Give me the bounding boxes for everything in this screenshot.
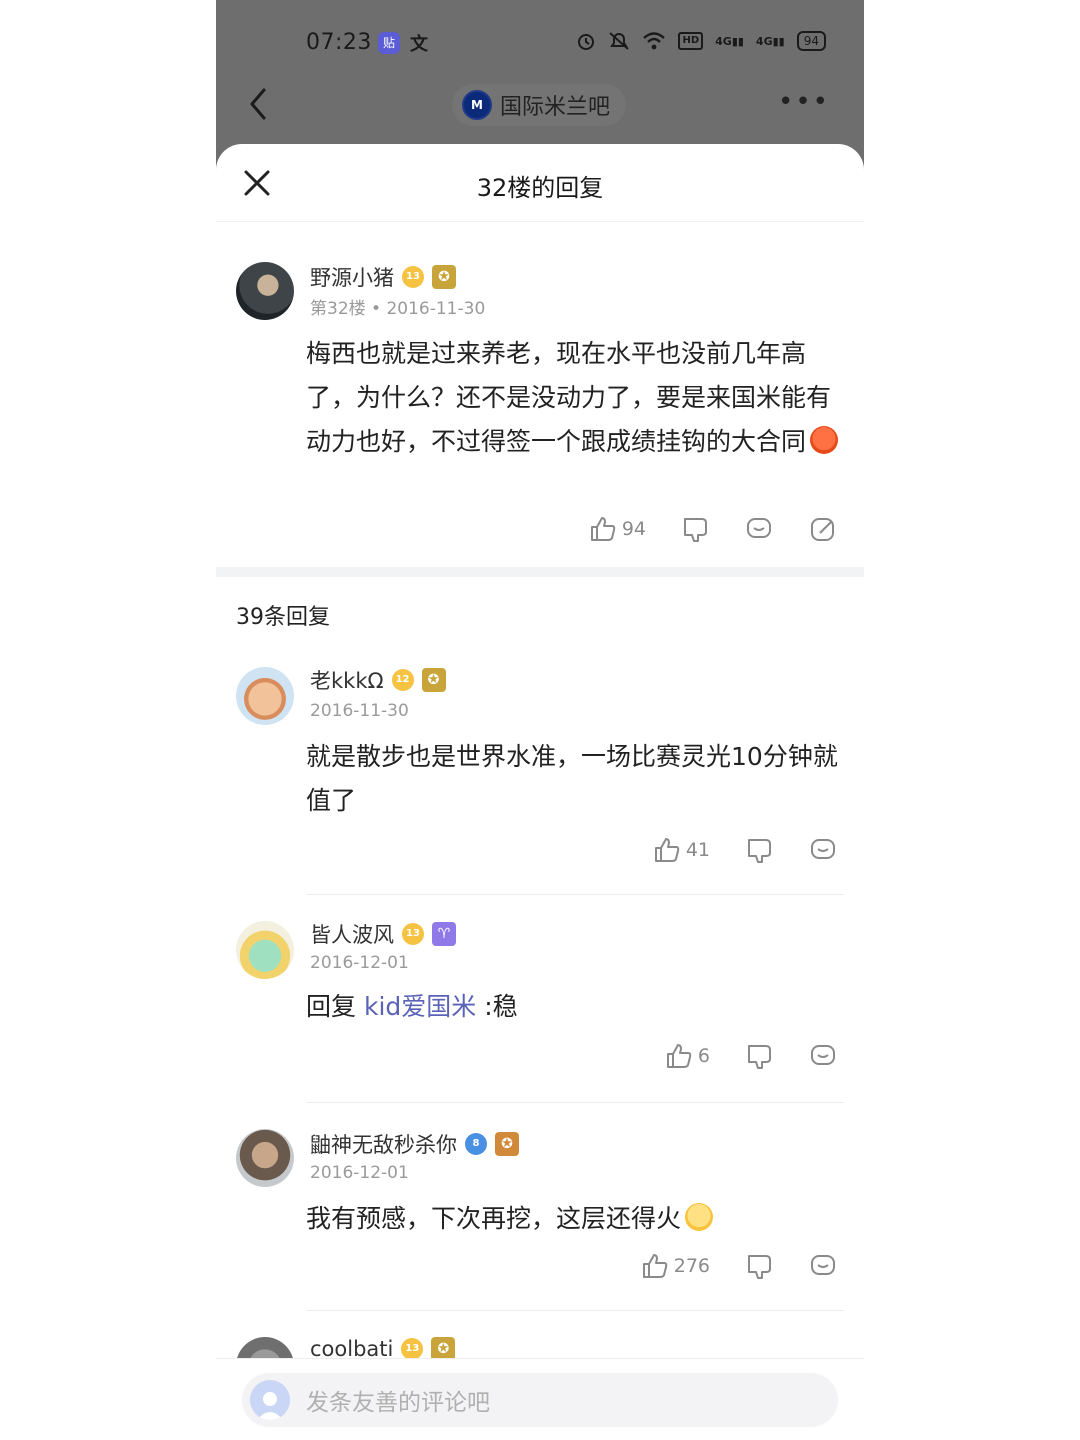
battery-icon: 94	[796, 31, 826, 51]
alarm-icon	[578, 34, 595, 50]
network-type-2: 4G	[755, 34, 773, 48]
status-time: 07:23	[306, 30, 372, 55]
person-icon	[257, 1392, 283, 1420]
more-options-icon[interactable]: •••	[778, 89, 830, 115]
floor-meta: 第32楼 • 2016-11-30	[310, 299, 486, 319]
username[interactable]: 老kkkΩ	[310, 665, 384, 695]
reply-sheet: 32楼的回复 野源小猪 13 ✪ 第32楼 • 2016-11-30 梅西也就是…	[216, 144, 864, 1440]
reply-prefix: 回复	[306, 992, 357, 1021]
username-row: 鼬神无敌秒杀你 8 ✪	[310, 1129, 519, 1159]
inter-logo-icon: M	[462, 90, 492, 120]
forum-title-button[interactable]: M 国际米兰吧	[452, 84, 627, 126]
forum-name: 国际米兰吧	[500, 95, 611, 120]
post-content: 梅西也就是过来养老，现在水平也没前几年高了，为什么？还不是没动力了，要是来国米能…	[306, 332, 839, 464]
reply-content: 回复 kid爱国米 :稳	[306, 985, 838, 1029]
member-badge-icon: ✪	[432, 265, 456, 289]
level-badge-icon: 12	[391, 669, 414, 691]
aries-badge-icon: ♈	[432, 922, 456, 946]
like-count: 276	[673, 1255, 710, 1277]
level-badge-icon: 8	[465, 1133, 487, 1155]
post-text: 梅西也就是过来养老，现在水平也没前几年高了，为什么？还不是没动力了，要是来国米能…	[306, 339, 832, 456]
section-divider	[216, 567, 864, 577]
comment-icon[interactable]	[808, 1251, 838, 1281]
level-badge-icon: 13	[402, 266, 424, 288]
main-post: 野源小猪 13 ✪ 第32楼 • 2016-11-30 梅西也就是过来养老，现在…	[216, 222, 864, 567]
status-right-icons: HD 4G▮▮ 4G▮▮ 94	[576, 31, 826, 51]
share-icon[interactable]	[808, 514, 838, 544]
avatar[interactable]	[236, 667, 294, 725]
like-count: 41	[685, 839, 710, 861]
like-count: 94	[621, 518, 646, 540]
battery-level: 94	[803, 34, 819, 48]
top-navbar: M 国际米兰吧 •••	[216, 72, 864, 136]
reply-date: 2016-11-30	[310, 701, 409, 721]
level-badge-icon: 13	[402, 923, 424, 945]
like-button[interactable]: 276	[640, 1251, 710, 1281]
status-bar: 07:23 贴 文 HD 4G▮▮ 4G▮▮ 94	[216, 22, 864, 66]
phone-screen: 07:23 贴 文 HD 4G▮▮ 4G▮▮ 94 M 国际米兰吧 ••• 32…	[216, 0, 864, 1440]
member-badge-icon: ✪	[495, 1132, 519, 1156]
comment-icon[interactable]	[808, 1041, 838, 1071]
comment-icon[interactable]	[744, 514, 774, 544]
avatar[interactable]	[236, 262, 294, 320]
network-type: 4G	[715, 34, 732, 48]
thumbs-down-icon[interactable]	[744, 1251, 774, 1281]
reply-date: 2016-12-01	[310, 1163, 409, 1183]
comment-input[interactable]: 发条友善的评论吧	[242, 1373, 838, 1427]
reply-actions: 276	[640, 1251, 838, 1281]
list-item: 鼬神无敌秒杀你 8 ✪ 2016-12-01 我有预感，下次再挖，这层还得火 2…	[216, 1103, 864, 1311]
smile-emoji-icon	[685, 1203, 714, 1231]
avatar[interactable]	[236, 1129, 294, 1187]
username[interactable]: 野源小猪	[310, 262, 394, 292]
thumbs-up-icon	[642, 1254, 667, 1278]
reply-date: 2016-12-01	[310, 953, 409, 973]
like-count: 6	[697, 1045, 710, 1067]
username-row: 皆人波风 13 ♈	[310, 919, 456, 949]
username-row: 野源小猪 13 ✪	[310, 262, 456, 292]
wifi-icon	[643, 32, 666, 50]
like-button[interactable]: 6	[664, 1041, 710, 1071]
avatar[interactable]	[236, 921, 294, 979]
mention-link[interactable]: kid爱国米	[364, 992, 476, 1021]
comment-icon[interactable]	[808, 835, 838, 865]
username[interactable]: 鼬神无敌秒杀你	[310, 1129, 457, 1159]
angry-emoji-icon	[810, 426, 839, 454]
mute-icon	[609, 32, 630, 50]
reply-text: 我有预感，下次再挖，这层还得火	[306, 1204, 682, 1233]
thumbs-up-icon	[654, 838, 680, 862]
list-item: 老kkkΩ 12 ✪ 2016-11-30 就是散步也是世界水准，一场比赛灵光1…	[216, 647, 864, 895]
reply-text: :稳	[484, 992, 518, 1021]
translate-app-icon: 文	[410, 34, 428, 55]
signal-2-icon: 4G▮▮	[755, 34, 785, 48]
comment-placeholder: 发条友善的评论吧	[306, 1390, 490, 1416]
like-button[interactable]: 41	[652, 835, 710, 865]
thumbs-up-icon	[590, 517, 616, 541]
tieba-app-icon: 贴	[378, 32, 400, 54]
sheet-header: 32楼的回复	[216, 144, 864, 222]
signal-1-icon: 4G▮▮	[715, 34, 744, 48]
back-arrow-icon[interactable]	[240, 82, 280, 126]
reply-content: 就是散步也是世界水准，一场比赛灵光10分钟就值了	[306, 742, 838, 815]
reply-content: 我有预感，下次再挖，这层还得火	[306, 1197, 838, 1241]
replies-count: 39条回复	[236, 605, 330, 630]
thumbs-down-icon[interactable]	[680, 514, 710, 544]
post-actions: 94	[588, 514, 838, 544]
user-avatar-icon	[250, 1380, 290, 1420]
thumbs-up-icon	[666, 1044, 692, 1068]
thumbs-down-icon[interactable]	[744, 835, 774, 865]
thumbs-down-icon[interactable]	[744, 1041, 774, 1071]
member-badge-icon: ✪	[421, 668, 446, 692]
list-item: 皆人波风 13 ♈ 2016-12-01 回复 kid爱国米 :稳 6	[216, 895, 864, 1103]
username-row: 老kkkΩ 12 ✪	[310, 665, 446, 695]
comment-bar: 发条友善的评论吧	[216, 1358, 864, 1440]
sheet-title: 32楼的回复	[476, 174, 604, 202]
like-button[interactable]: 94	[588, 514, 646, 544]
reply-actions: 6	[664, 1041, 838, 1071]
hd-voice-icon: HD	[678, 32, 704, 50]
level-badge-icon: 13	[401, 1338, 424, 1360]
reply-actions: 41	[652, 835, 838, 865]
username[interactable]: 皆人波风	[310, 919, 394, 949]
